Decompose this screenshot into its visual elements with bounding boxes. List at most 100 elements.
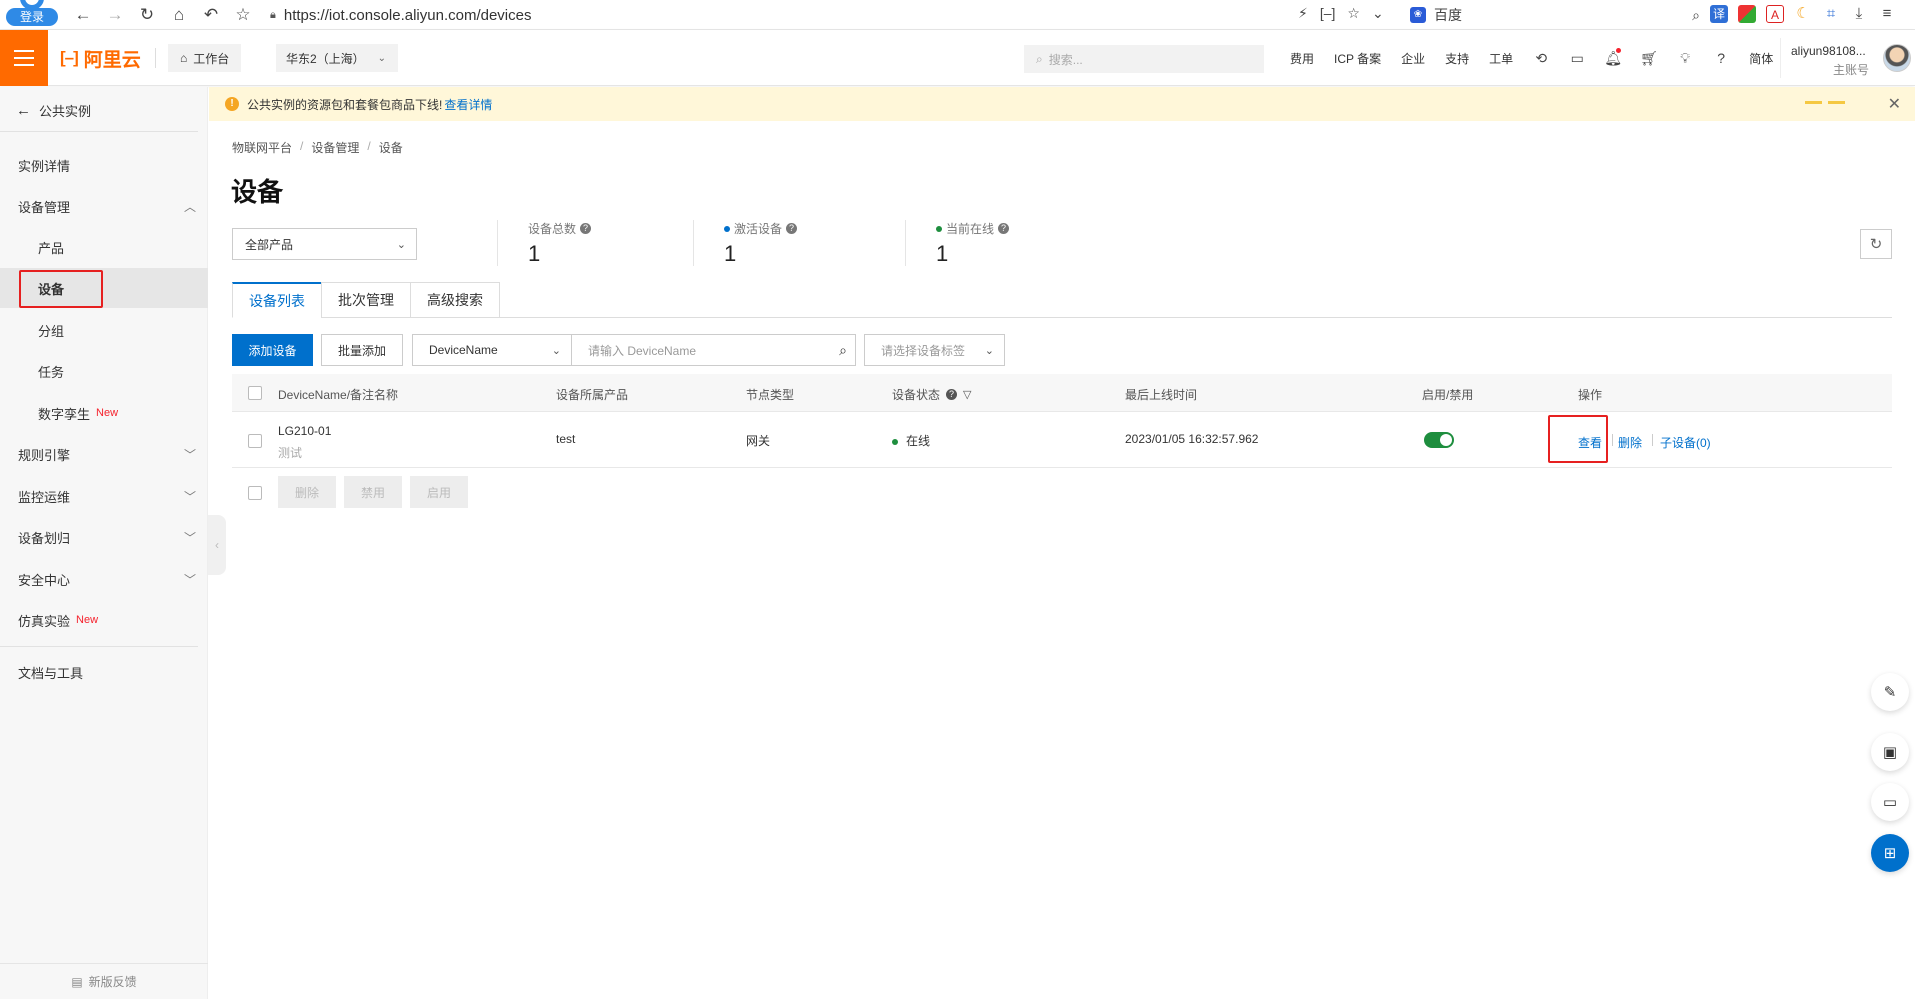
feedback-button[interactable]: ▤ 新版反馈	[0, 963, 208, 999]
chat-float-button[interactable]: ▭	[1871, 783, 1909, 821]
back-arrow-icon[interactable]: ←	[72, 4, 94, 26]
search-icon[interactable]: ⌕	[1692, 7, 1700, 24]
tab-device-list[interactable]: 设备列表	[232, 282, 322, 318]
tab-batch-management[interactable]: 批次管理	[321, 282, 411, 318]
enable-toggle[interactable]	[1424, 432, 1454, 448]
bulk-disable-button[interactable]: 禁用	[344, 476, 402, 508]
sidebar-item-label: 设备管理	[18, 199, 71, 215]
batch-add-button[interactable]: 批量添加	[321, 334, 403, 366]
download-icon[interactable]: ⤓	[1850, 5, 1868, 23]
sub-devices-link[interactable]: 子设备(0)	[1660, 434, 1711, 451]
apps-ext-icon[interactable]	[1738, 5, 1756, 23]
aliyun-logo[interactable]: [–] 阿里云	[60, 46, 141, 71]
bulk-enable-button[interactable]: 启用	[410, 476, 468, 508]
apps-float-button[interactable]: ⊞	[1871, 834, 1909, 872]
bookmark-star-icon[interactable]: ☆	[232, 4, 254, 26]
chevron-down-icon: ﹀	[183, 572, 196, 587]
cart-icon[interactable]: 🛒︎	[1631, 50, 1667, 67]
breadcrumb: 物联网平台 / 设备管理 / 设备	[232, 139, 403, 156]
close-icon[interactable]: ✕	[1888, 94, 1901, 114]
back-to-public-instance[interactable]: ← 公共实例	[16, 101, 91, 120]
help-icon[interactable]: ?	[786, 223, 798, 234]
undo-icon[interactable]: ↶	[200, 4, 222, 26]
breadcrumb-device-management[interactable]: 设备管理	[311, 139, 359, 156]
language-switch[interactable]: 简体	[1739, 50, 1783, 67]
hamburger-menu-button[interactable]	[0, 30, 48, 86]
nav-link-support[interactable]: 支持	[1435, 50, 1479, 67]
reload-icon[interactable]: ↻	[136, 4, 158, 26]
tag-select-placeholder: 请选择设备标签	[881, 343, 966, 358]
nav-link-icp[interactable]: ICP 备案	[1324, 50, 1391, 67]
notice-banner: ! 公共实例的资源包和套餐包商品下线! 查看详情 ✕	[209, 87, 1915, 121]
select-all-checkbox[interactable]	[248, 386, 262, 400]
crop-ext-icon[interactable]: ⌗	[1822, 5, 1840, 23]
lightbulb-icon[interactable]: 💡︎	[1667, 50, 1703, 67]
terminal-icon[interactable]: ▭	[1559, 50, 1595, 67]
bell-icon[interactable]: 🔔︎	[1595, 47, 1631, 67]
nav-link-enterprise[interactable]: 企业	[1391, 50, 1435, 67]
sidebar-item-groups[interactable]: 分组	[0, 310, 208, 350]
help-icon[interactable]: ?	[946, 389, 958, 400]
favorite-star-icon[interactable]: ☆	[1347, 5, 1360, 22]
screenshot-icon[interactable]: [–]	[1320, 5, 1336, 22]
browser-login-button[interactable]: 登录	[6, 0, 58, 26]
product-filter-select[interactable]: 全部产品 ⌄	[232, 228, 417, 260]
sidebar-item-tasks[interactable]: 任务	[0, 351, 208, 391]
pdf-ext-icon[interactable]: A	[1766, 5, 1784, 23]
sidebar-item-docs-tools[interactable]: 文档与工具	[0, 652, 208, 692]
help-icon[interactable]: ?	[580, 223, 592, 234]
filter-icon[interactable]: ▽	[963, 388, 971, 401]
search-icon[interactable]: ⌕	[839, 342, 847, 359]
translate-ext-icon[interactable]: 译	[1710, 5, 1728, 23]
sidebar-item-instance-details[interactable]: 实例详情	[0, 145, 208, 185]
bulk-select-checkbox[interactable]	[248, 486, 262, 500]
sidebar-item-products[interactable]: 产品	[0, 227, 208, 267]
browser-menu-icon[interactable]: ≡	[1878, 5, 1896, 23]
device-tag-select[interactable]: 请选择设备标签 ⌄	[864, 334, 1005, 366]
region-selector[interactable]: 华东2（上海） ⌄	[276, 44, 398, 72]
sidebar-item-rules-engine[interactable]: 规则引擎 ﹀	[0, 434, 208, 474]
help-icon[interactable]: ?	[998, 223, 1010, 234]
device-name[interactable]: LG210-01	[278, 424, 331, 438]
browser-search-box[interactable]: ❀ 百度 ⌕	[1410, 3, 1700, 27]
avatar[interactable]	[1883, 44, 1911, 72]
help-icon[interactable]: ?	[1703, 50, 1739, 66]
notice-collapse-icon[interactable]	[1805, 101, 1845, 104]
row-checkbox[interactable]	[248, 434, 262, 448]
bulk-delete-button[interactable]: 删除	[278, 476, 336, 508]
forward-arrow-icon[interactable]: →	[104, 4, 126, 26]
home-icon[interactable]: ⌂	[168, 4, 190, 26]
notice-details-link[interactable]: 查看详情	[444, 96, 492, 113]
docs-float-button[interactable]: ▣	[1871, 733, 1909, 771]
sidebar-item-security-center[interactable]: 安全中心 ﹀	[0, 559, 208, 599]
sidebar-item-device-management[interactable]: 设备管理 ︿	[0, 186, 208, 226]
search-field-select[interactable]: DeviceName ⌄	[412, 334, 572, 366]
new-badge: New	[76, 614, 99, 626]
back-arrow-icon: ←	[16, 102, 31, 119]
device-name-search-input[interactable]: 请输入 DeviceName ⌕	[571, 334, 856, 366]
address-bar[interactable]: 🔒︎ https://iot.console.aliyun.com/device…	[258, 3, 1408, 27]
workbench-button[interactable]: ⌂ 工作台	[168, 44, 242, 72]
sidebar-collapse-handle[interactable]: ‹	[208, 515, 226, 575]
refresh-button[interactable]: ↻	[1860, 229, 1892, 259]
tab-advanced-search[interactable]: 高级搜索	[410, 282, 500, 318]
sidebar-item-monitoring[interactable]: 监控运维 ﹀	[0, 476, 208, 516]
delete-device-link[interactable]: 删除	[1618, 434, 1642, 451]
lightning-icon[interactable]: ⚡︎	[1298, 5, 1308, 22]
service-icon[interactable]: ⟲	[1523, 50, 1559, 67]
edit-float-button[interactable]: ✎	[1871, 673, 1909, 711]
user-menu[interactable]: aliyun98108... 主账号	[1780, 38, 1915, 78]
breadcrumb-iot-platform[interactable]: 物联网平台	[232, 139, 292, 156]
tab-bar: 设备列表 批次管理 高级搜索	[232, 282, 1892, 318]
nav-link-billing[interactable]: 费用	[1280, 50, 1324, 67]
workbench-label: 工作台	[193, 51, 230, 66]
sidebar-item-digital-twin[interactable]: 数字孪生 New	[0, 393, 208, 433]
moon-ext-icon[interactable]: ☾	[1794, 5, 1812, 23]
add-device-button[interactable]: 添加设备	[232, 334, 313, 366]
nav-link-ticket[interactable]: 工单	[1479, 50, 1523, 67]
chevron-down-icon[interactable]: ⌄	[1372, 5, 1384, 22]
sidebar-item-simulation[interactable]: 仿真实验 New	[0, 600, 208, 640]
console-search-input[interactable]: ⌕ 搜索...	[1024, 45, 1264, 73]
sidebar-item-device-assignment[interactable]: 设备划归 ﹀	[0, 517, 208, 557]
sidebar-item-label: 数字孪生	[38, 406, 91, 422]
